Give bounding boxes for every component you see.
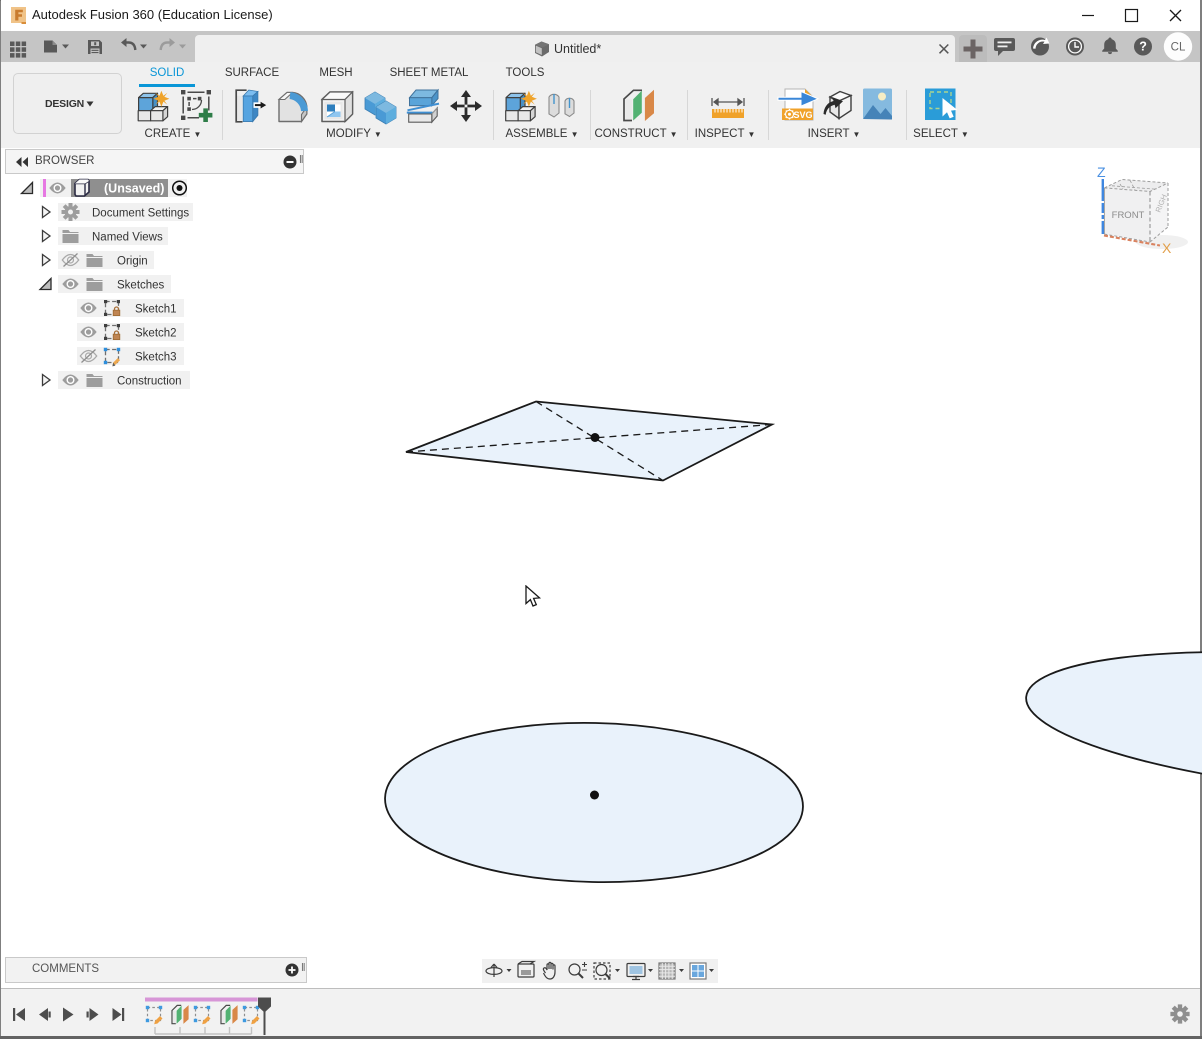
svg-text:FRONT: FRONT: [1112, 210, 1145, 221]
svg-text:Z: Z: [1097, 164, 1106, 180]
svg-text:X: X: [1162, 240, 1172, 256]
